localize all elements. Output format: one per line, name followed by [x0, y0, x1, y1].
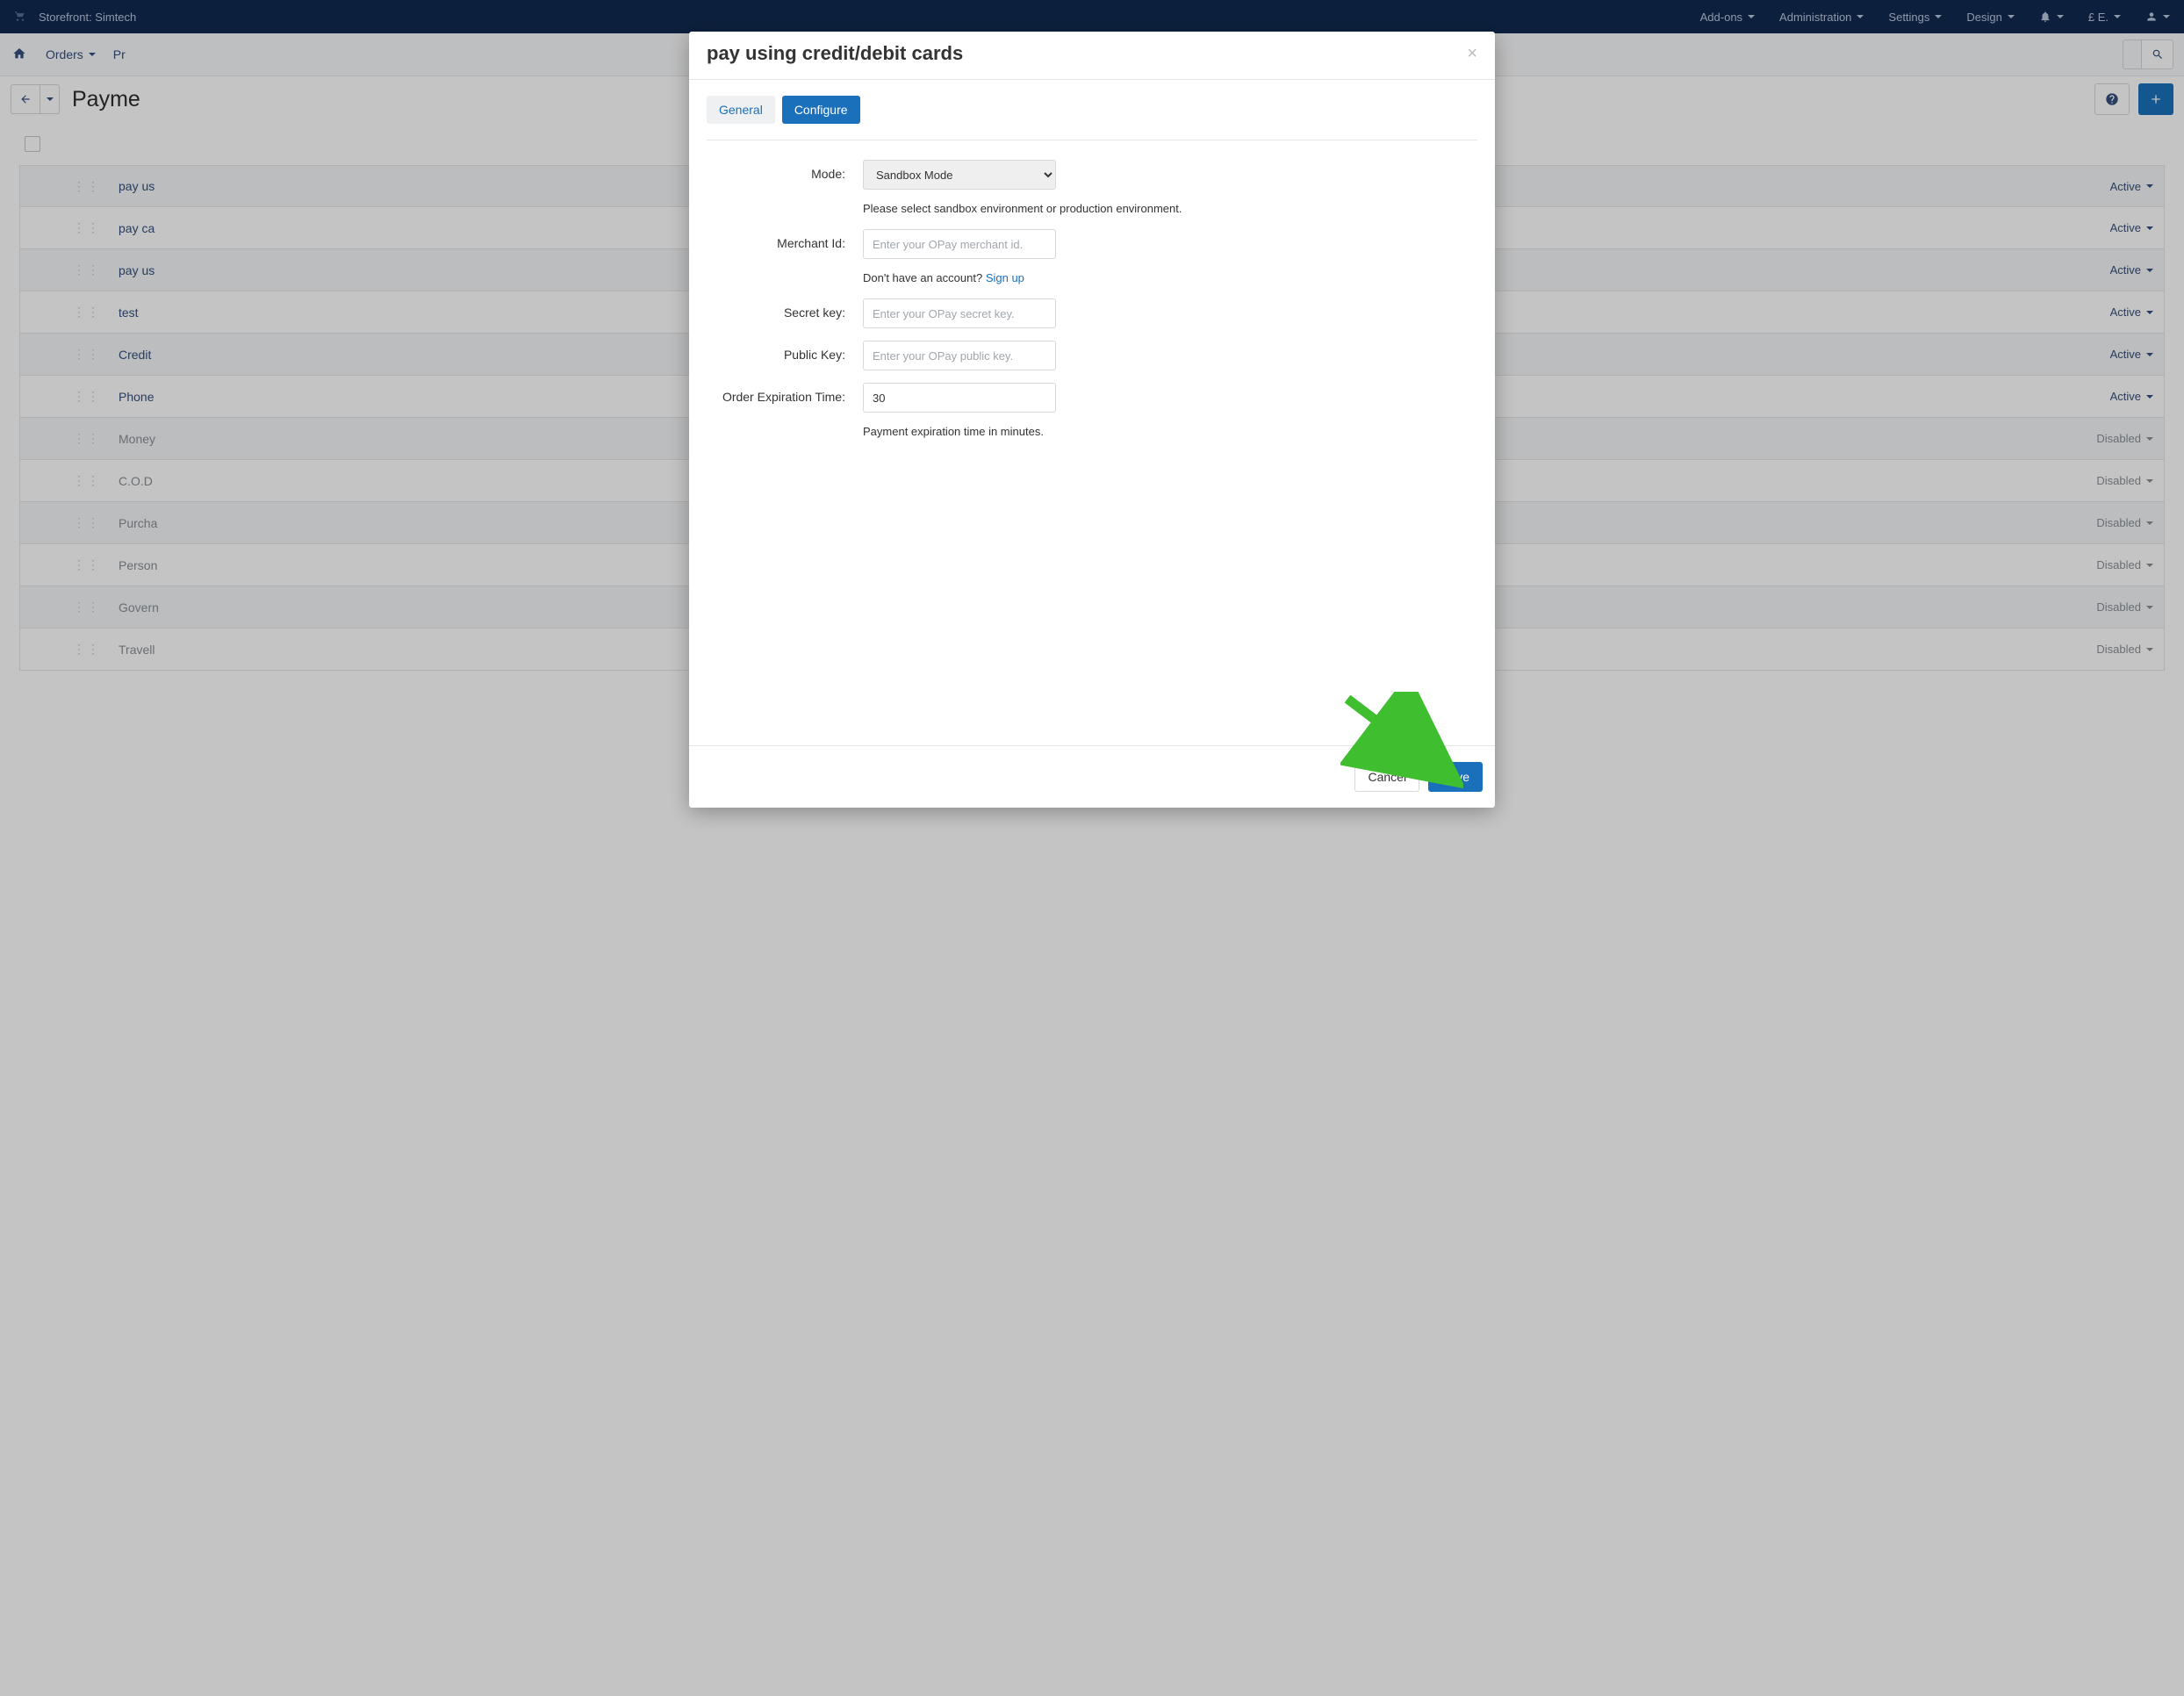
form-row-expiration: Order Expiration Time: — [707, 383, 1477, 413]
modal-body: General Configure Mode: Sandbox Mode Ple… — [689, 80, 1495, 745]
form-row-public: Public Key: — [707, 341, 1477, 370]
secret-label: Secret key: — [707, 298, 863, 328]
public-key-input[interactable] — [863, 341, 1056, 370]
mode-help-text: Please select sandbox environment or pro… — [863, 202, 1477, 215]
merchant-id-input[interactable] — [863, 229, 1056, 259]
merchant-label: Merchant Id: — [707, 229, 863, 259]
public-label: Public Key: — [707, 341, 863, 370]
modal-overlay: pay using credit/debit cards × General C… — [0, 0, 2184, 1696]
merchant-help-prefix: Don't have an account? — [863, 271, 986, 284]
modal-close-button[interactable]: × — [1467, 44, 1477, 64]
modal-title: pay using credit/debit cards — [707, 42, 963, 65]
modal-tabs: General Configure — [707, 96, 1477, 124]
save-button[interactable]: Save — [1428, 762, 1483, 792]
expiration-input[interactable] — [863, 383, 1056, 413]
payment-method-modal: pay using credit/debit cards × General C… — [689, 32, 1495, 808]
cancel-button[interactable]: Cancel — [1354, 762, 1419, 792]
form-row-mode: Mode: Sandbox Mode — [707, 160, 1477, 190]
mode-select[interactable]: Sandbox Mode — [863, 160, 1056, 190]
form-row-merchant: Merchant Id: — [707, 229, 1477, 259]
close-icon: × — [1467, 44, 1477, 63]
expiration-label: Order Expiration Time: — [707, 383, 863, 413]
tab-configure[interactable]: Configure — [782, 96, 860, 124]
modal-footer: Cancel Save — [689, 745, 1495, 808]
mode-label: Mode: — [707, 160, 863, 190]
form-row-secret: Secret key: — [707, 298, 1477, 328]
tab-general[interactable]: General — [707, 96, 775, 124]
modal-header: pay using credit/debit cards × — [689, 32, 1495, 80]
expiration-help-text: Payment expiration time in minutes. — [863, 425, 1477, 438]
signup-link[interactable]: Sign up — [986, 271, 1024, 284]
secret-key-input[interactable] — [863, 298, 1056, 328]
merchant-help-text: Don't have an account? Sign up — [863, 271, 1477, 284]
